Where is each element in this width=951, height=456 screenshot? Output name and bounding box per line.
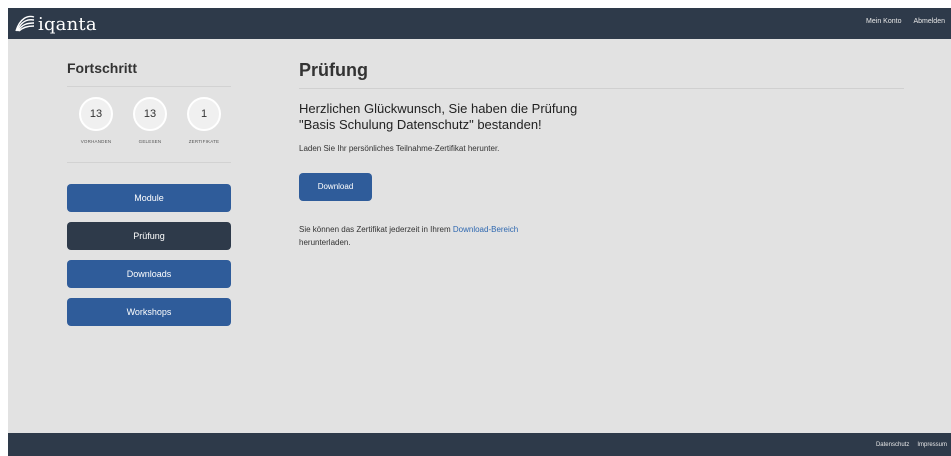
exam-button[interactable]: Prüfung: [67, 222, 231, 250]
imprint-link[interactable]: Impressum: [917, 442, 947, 448]
stat-certificates: 1 ZERTIFIKATE: [177, 97, 231, 144]
stat-certificates-label: ZERTIFIKATE: [188, 139, 220, 144]
workshops-button[interactable]: Workshops: [67, 298, 231, 326]
congratulations-line-2: "Basis Schulung Datenschutz" bestanden!: [299, 117, 542, 132]
download-area-link[interactable]: Download-Bereich: [453, 225, 518, 234]
progress-stats: 13 VORHANDEN 13 GELESEN 1 ZERTIFIKATE: [67, 86, 231, 163]
privacy-link[interactable]: Datenschutz: [876, 442, 909, 448]
top-bar: iqanta Mein Konto Abmelden: [8, 8, 951, 39]
download-note: Sie können das Zertifikat jederzeit in I…: [299, 223, 904, 249]
stat-available: 13 VORHANDEN: [69, 97, 123, 144]
congratulations-message: Herzlichen Glückwunsch, Sie haben die Pr…: [299, 101, 904, 133]
footer-nav: Datenschutz Impressum: [876, 442, 947, 448]
congratulations-line-1: Herzlichen Glückwunsch, Sie haben die Pr…: [299, 101, 578, 116]
stat-available-value: 13: [79, 97, 113, 131]
app-frame: iqanta Mein Konto Abmelden Fortschritt 1…: [8, 8, 951, 456]
download-note-end: herunterladen.: [299, 238, 351, 247]
logo[interactable]: iqanta: [14, 13, 97, 35]
stat-read: 13 GELESEN: [123, 97, 177, 144]
footer: Datenschutz Impressum: [8, 433, 951, 456]
certificate-instruction: Laden Sie Ihr persönliches Teilnahme-Zer…: [299, 144, 500, 153]
sidebar: Fortschritt 13 VORHANDEN 13 GELESEN 1 ZE…: [67, 58, 231, 326]
download-button[interactable]: Download: [299, 173, 372, 201]
stat-available-label: VORHANDEN: [80, 139, 112, 144]
logo-icon: [15, 15, 35, 32]
logout-link[interactable]: Abmelden: [913, 18, 945, 25]
progress-title: Fortschritt: [67, 60, 137, 76]
title-divider: [299, 88, 904, 89]
my-account-link[interactable]: Mein Konto: [866, 18, 901, 25]
stat-read-label: GELESEN: [138, 139, 162, 144]
downloads-button[interactable]: Downloads: [67, 260, 231, 288]
page-title: Prüfung: [299, 60, 368, 80]
main-content: Prüfung Herzlichen Glückwunsch, Sie habe…: [299, 58, 904, 249]
module-button[interactable]: Module: [67, 184, 231, 212]
top-nav: Mein Konto Abmelden: [866, 18, 945, 25]
stat-read-value: 13: [133, 97, 167, 131]
download-note-text: Sie können das Zertifikat jederzeit in I…: [299, 225, 453, 234]
logo-text: iqanta: [38, 13, 97, 35]
stat-certificates-value: 1: [187, 97, 221, 131]
